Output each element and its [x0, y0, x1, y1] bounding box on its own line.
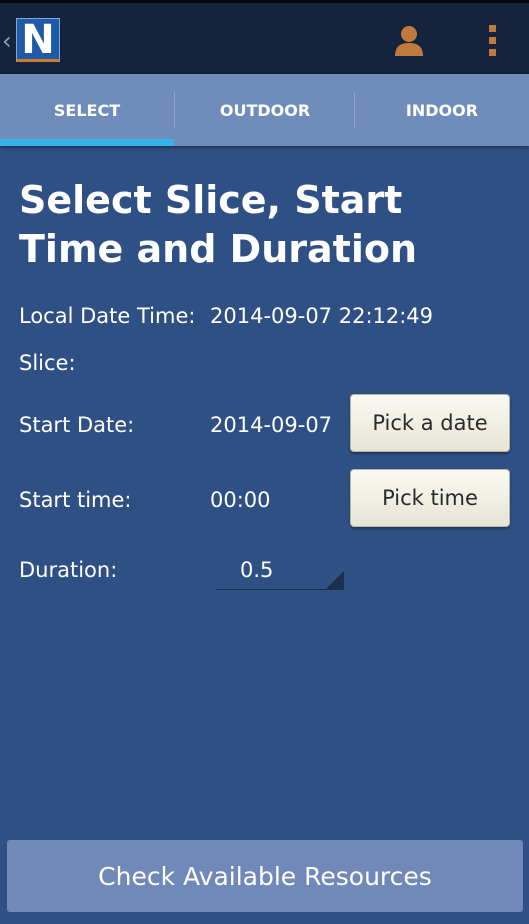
overflow-menu-icon[interactable]	[489, 25, 499, 59]
logo-letter: N	[21, 17, 55, 63]
local-datetime-value: 2014-09-07 22:12:49	[210, 304, 434, 328]
check-available-resources-button[interactable]: Check Available Resources	[7, 840, 523, 912]
local-datetime-label: Local Date Time:	[19, 304, 196, 328]
duration-value: 0.5	[240, 558, 274, 582]
pick-date-button[interactable]: Pick a date	[350, 394, 510, 452]
tab-outdoor[interactable]: OUTDOOR	[175, 74, 355, 146]
page-title: Select Slice, Start Time and Duration	[19, 178, 417, 271]
tab-select-label: SELECT	[53, 100, 121, 120]
back-chevron-icon[interactable]: ‹	[2, 27, 12, 55]
selected-tab-indicator	[0, 139, 174, 146]
tab-bar: SELECT OUTDOOR INDOOR	[0, 74, 529, 146]
tab-select[interactable]: SELECT	[0, 74, 174, 146]
pick-time-button[interactable]: Pick time	[350, 469, 510, 527]
spinner-caret-icon	[326, 571, 344, 589]
tab-outdoor-label: OUTDOOR	[219, 100, 311, 120]
start-time-label: Start time:	[19, 488, 132, 512]
user-icon[interactable]	[393, 25, 425, 57]
slice-label: Slice:	[19, 351, 76, 375]
action-bar: ‹ N	[0, 0, 529, 74]
start-time-value: 00:00	[210, 488, 271, 512]
app-logo[interactable]: N	[16, 17, 60, 63]
duration-spinner[interactable]: 0.5	[216, 555, 344, 590]
start-date-label: Start Date:	[19, 413, 135, 437]
start-date-value: 2014-09-07	[210, 413, 333, 437]
tab-indoor[interactable]: INDOOR	[355, 74, 529, 146]
tab-indoor-label: INDOOR	[405, 100, 479, 120]
duration-label: Duration:	[19, 558, 118, 582]
